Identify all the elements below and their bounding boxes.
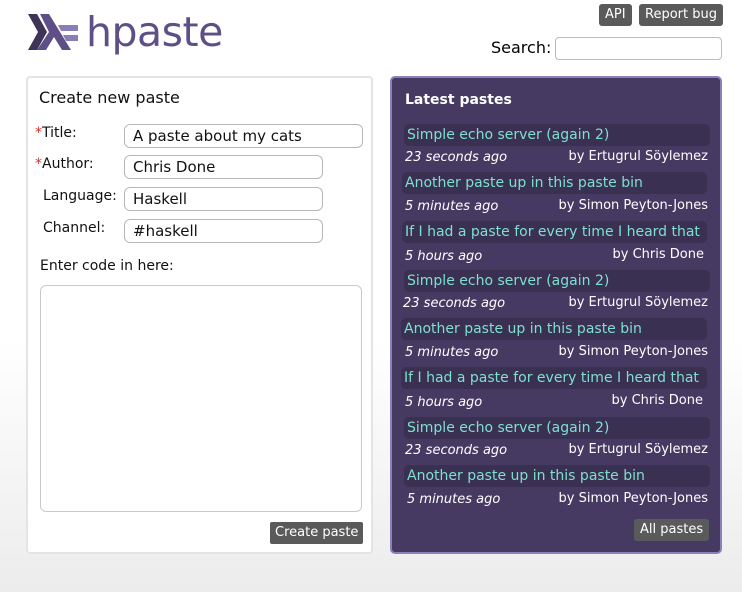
- paste-author: by Ertugrul Söylemez: [568, 149, 708, 164]
- paste-title-link[interactable]: Another paste up in this paste bin: [401, 318, 707, 340]
- paste-title-link[interactable]: Simple echo server (again 2): [404, 124, 710, 146]
- title-label: *Title:: [35, 125, 77, 141]
- paste-time: 5 minutes ago: [407, 492, 501, 507]
- author-label-text: Author:: [42, 156, 94, 172]
- create-paste-button[interactable]: Create paste: [270, 522, 364, 544]
- paste-title-link[interactable]: Simple echo server (again 2): [404, 417, 710, 439]
- search-label: Search:: [491, 38, 552, 57]
- paste-author: by Chris Done: [611, 393, 703, 408]
- logo-text: hpaste: [86, 8, 223, 56]
- title-input[interactable]: A paste about my cats: [124, 124, 363, 148]
- report-bug-button[interactable]: Report bug: [639, 4, 723, 26]
- latest-pastes-title: Latest pastes: [405, 92, 512, 108]
- paste-time: 5 minutes ago: [405, 345, 499, 360]
- paste-author: by Simon Peyton-Jones: [558, 491, 709, 506]
- paste-time: 5 minutes ago: [405, 199, 499, 214]
- all-pastes-button[interactable]: All pastes: [634, 519, 710, 541]
- paste-time: 5 hours ago: [405, 395, 483, 410]
- paste-time: 23 seconds ago: [403, 296, 506, 311]
- required-mark: *: [35, 125, 42, 141]
- paste-time: 23 seconds ago: [405, 443, 508, 458]
- paste-author: by Simon Peyton-Jones: [558, 344, 709, 359]
- paste-author: by Simon Peyton-Jones: [558, 198, 709, 213]
- paste-title-link[interactable]: If I had a paste for every time I heard …: [402, 221, 707, 243]
- search-input[interactable]: [555, 37, 722, 60]
- paste-title-link[interactable]: Another paste up in this paste bin: [404, 465, 710, 487]
- paste-author: by Chris Done: [612, 247, 704, 262]
- paste-time: 5 hours ago: [405, 249, 483, 264]
- title-label-text: Title:: [42, 125, 77, 141]
- language-select[interactable]: Haskell: [124, 187, 323, 211]
- paste-title-link[interactable]: Simple echo server (again 2): [404, 270, 710, 292]
- latest-pastes-panel: Latest pastes Simple echo server (again …: [390, 76, 722, 554]
- haskell-logo-icon: [28, 14, 78, 50]
- paste-author: by Ertugrul Söylemez: [568, 442, 708, 457]
- required-mark: *: [35, 156, 42, 172]
- site-logo[interactable]: hpaste: [28, 8, 223, 56]
- paste-title-link[interactable]: If I had a paste for every time I heard …: [401, 367, 707, 389]
- create-paste-panel: Create new paste *Title: A paste about m…: [26, 76, 373, 554]
- channel-label: Channel:: [43, 220, 106, 236]
- panel-title: Create new paste: [39, 88, 180, 107]
- code-label: Enter code in here:: [40, 258, 174, 274]
- paste-author: by Ertugrul Söylemez: [568, 295, 708, 310]
- channel-input[interactable]: #haskell: [124, 219, 323, 243]
- paste-time: 23 seconds ago: [405, 150, 508, 165]
- api-button[interactable]: API: [599, 4, 632, 26]
- author-input[interactable]: Chris Done: [124, 155, 323, 179]
- author-label: *Author:: [35, 156, 94, 172]
- paste-title-link[interactable]: Another paste up in this paste bin: [402, 172, 707, 194]
- language-label: Language:: [43, 188, 117, 204]
- code-textarea[interactable]: [40, 285, 362, 512]
